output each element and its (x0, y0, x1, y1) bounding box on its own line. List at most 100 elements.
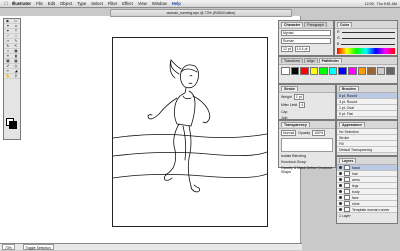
stroke-panel: Stroke Weight 1 pt Miter Limit 4 Cap Join (278, 84, 336, 120)
torso-detail (182, 95, 192, 100)
zoom-tool-icon[interactable]: ⚲ (12, 74, 20, 79)
layer-name[interactable]: face (352, 196, 359, 200)
eye-icon[interactable] (339, 184, 342, 187)
color-swatch[interactable] (338, 67, 348, 75)
tab-transform[interactable]: Transform (281, 58, 303, 63)
layer-name[interactable]: hand (352, 166, 360, 170)
eye-icon[interactable] (339, 208, 342, 211)
eye-icon[interactable] (339, 166, 342, 169)
list-item[interactable]: 5 pt. Flat (337, 111, 397, 117)
color-swatch[interactable] (357, 67, 367, 75)
color-label-b: B (337, 42, 340, 46)
eye-icon[interactable] (339, 172, 342, 175)
menu-filter[interactable]: Filter (108, 1, 117, 6)
layer-name[interactable]: legs (352, 184, 358, 188)
tab-layers[interactable]: Layers (339, 158, 357, 163)
opacity-field[interactable]: 100% (312, 130, 326, 136)
eye-icon[interactable] (339, 190, 342, 193)
leg-front (187, 125, 192, 187)
head (180, 64, 199, 89)
eye-icon[interactable] (339, 178, 342, 181)
layer-name[interactable]: Template woman runner (352, 208, 390, 212)
menu-illustrator[interactable]: Illustrator (12, 1, 31, 6)
layer-name[interactable]: arms (352, 178, 360, 182)
color-swatch[interactable] (348, 67, 357, 75)
leg-inner (182, 125, 187, 161)
miter-field[interactable]: 4 (299, 102, 306, 108)
color-swatch[interactable] (319, 67, 328, 75)
character-panel: Character Paragraph Myriad Roman 12 pt 1… (278, 20, 334, 56)
eye-icon[interactable] (339, 202, 342, 205)
menu-object[interactable]: Object (60, 1, 72, 6)
status-bar: 73% Toggle Selection (0, 243, 302, 250)
font-size-field[interactable]: 12 pt (281, 46, 293, 52)
color-swatch[interactable] (328, 67, 338, 75)
blend-mode-select[interactable]: Normal (281, 130, 297, 136)
status-mode[interactable]: Toggle Selection (22, 244, 54, 250)
zoom-level[interactable]: 73% (2, 244, 15, 250)
runner-illustration[interactable] (112, 38, 268, 226)
stroke-swatch[interactable] (9, 121, 17, 129)
fill-stroke-control[interactable] (6, 118, 17, 129)
apple-icon[interactable]:  (4, 1, 8, 7)
layers-footer: 1 Layer (337, 213, 397, 219)
tab-transparency[interactable]: Transparency (281, 122, 310, 127)
document-title[interactable]: woman_running.eps @ 73% (RGB/Outline) (110, 9, 292, 17)
hand-tool-icon[interactable]: ✋ (4, 74, 12, 79)
knockout-group-checkbox[interactable]: Knockout Group (281, 160, 306, 164)
torso (173, 87, 196, 127)
font-style-field[interactable]: Roman (281, 38, 331, 44)
menu-bar:  Illustrator File Edit Object Type Sele… (0, 0, 400, 8)
eye-icon[interactable] (339, 196, 342, 199)
color-swatch[interactable] (290, 67, 300, 75)
tab-paragraph[interactable]: Paragraph (304, 22, 327, 27)
slider-g[interactable] (341, 37, 395, 39)
opacity-mask-knockout-checkbox[interactable]: Opacity & Mask Define Knockout Shape (281, 166, 333, 174)
layer-name[interactable]: hair (352, 172, 358, 176)
miter-label: Miter Limit (281, 103, 298, 107)
color-swatch[interactable] (309, 67, 319, 75)
list-item[interactable]: Default Transparency (337, 147, 397, 153)
layer-name[interactable]: body (352, 190, 360, 194)
menu-type[interactable]: Type (77, 1, 86, 6)
tab-stroke[interactable]: Stroke (281, 86, 298, 91)
color-swatch[interactable] (367, 67, 376, 75)
tab-character[interactable]: Character (281, 22, 304, 27)
menu-select[interactable]: Select (91, 1, 103, 6)
artboard[interactable] (112, 37, 268, 227)
menu-help[interactable]: Help (172, 1, 181, 6)
color-swatch[interactable] (376, 67, 386, 75)
tab-align[interactable]: Align (303, 58, 318, 63)
tab-pathfinder[interactable]: Pathfinder (318, 58, 342, 63)
tab-brushes[interactable]: Brushes (339, 86, 360, 91)
color-swatch[interactable] (386, 67, 395, 75)
hand-front (202, 120, 209, 124)
hand-back (147, 114, 153, 120)
isolate-blending-checkbox[interactable]: Isolate Blending (281, 154, 306, 158)
mask-preview (281, 138, 333, 152)
slider-b[interactable] (341, 43, 395, 45)
battery-status[interactable]: 12:09 (365, 2, 374, 6)
layer-thumbnail (344, 194, 350, 201)
face-eye (189, 75, 193, 77)
menu-file[interactable]: File (36, 1, 43, 6)
menu-window[interactable]: Window (152, 1, 167, 6)
tab-color[interactable]: Color (337, 22, 353, 27)
color-spectrum[interactable] (337, 48, 395, 54)
layer-thumbnail (344, 164, 350, 171)
font-family-field[interactable]: Myriad (281, 30, 331, 36)
color-swatch[interactable] (281, 67, 290, 75)
clock[interactable]: Thu 9:51 AM (377, 2, 397, 6)
layer-thumbnail (344, 188, 350, 195)
menu-edit[interactable]: Edit (48, 1, 55, 6)
leading-field[interactable]: 14.4 pt (294, 46, 310, 52)
layer-name[interactable]: shoe (352, 202, 360, 206)
menu-view[interactable]: View (138, 1, 147, 6)
color-swatch[interactable] (300, 67, 309, 75)
slider-r[interactable] (341, 31, 395, 33)
weight-field[interactable]: 1 pt (293, 94, 304, 100)
ponytail (170, 59, 182, 75)
tab-appearance[interactable]: Appearance (339, 122, 366, 127)
menu-effect[interactable]: Effect (122, 1, 133, 6)
layer-thumbnail (344, 170, 350, 177)
